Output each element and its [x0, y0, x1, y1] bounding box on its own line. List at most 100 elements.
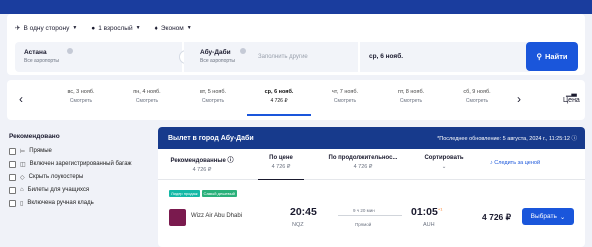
filter-label: Скрыть лоукостеры — [28, 174, 84, 180]
arrival-airport: AUH — [423, 222, 435, 228]
from-city: Астана — [24, 49, 47, 56]
passengers-label: 1 взрослый — [98, 24, 133, 32]
from-field[interactable]: Астана Все аэропорты + — [15, 42, 193, 72]
follow-price-label: Следить за ценой — [494, 160, 541, 166]
sort-tabs: Рекомендованные ⓘ 4 726 ₽ По цене 4 726 … — [158, 149, 585, 180]
flight-duration: 9 ч 20 мин — [353, 208, 375, 213]
date-label: вт, 5 нояб. — [199, 89, 227, 95]
sort-value: 4 726 ₽ — [353, 164, 373, 170]
date-field[interactable]: ср, 6 нояб. — [360, 42, 530, 72]
filter-label: Включен зарегистрированный багаж — [29, 161, 132, 167]
flight-stops: Прямой — [355, 222, 372, 227]
seat-icon: ♦ — [154, 24, 158, 32]
choose-button-label: Выбрать — [530, 213, 557, 220]
checkbox[interactable] — [9, 200, 16, 207]
sort-label: Рекомендованные ⓘ — [170, 158, 234, 164]
date-bar: ‹ вс, 3 нояб. Смотреть пн, 4 нояб. Смотр… — [7, 80, 585, 120]
filter-hand-luggage[interactable]: ▯ Включена ручная кладь — [9, 200, 149, 207]
search-button-label: Найти — [545, 52, 568, 61]
date-price: Смотреть — [465, 98, 489, 104]
date-option[interactable]: вт, 5 нояб. Смотреть — [181, 89, 245, 104]
arrival-time: 01:05+1 — [411, 206, 443, 218]
date-option[interactable]: вс, 3 нояб. Смотреть — [49, 89, 113, 104]
sort-label: По продолжительнос... — [328, 155, 398, 161]
to-airports: Все аэропорты — [200, 58, 235, 64]
badge-cheapest: Самый дешевый — [201, 190, 237, 197]
date-option[interactable]: чт, 7 нояб. Смотреть — [313, 89, 377, 104]
date-label: вс, 3 нояб. — [67, 89, 95, 95]
airline-name: Wizz Air Abu Dhabi — [191, 213, 243, 219]
filters-title: Рекомендовано — [9, 133, 60, 140]
trip-type-label: В одну сторону — [23, 24, 70, 32]
bar-chart-icon: ▁▃ — [566, 90, 577, 97]
filter-label: Билеты для учащихся — [27, 187, 90, 193]
day-offset: +1 — [437, 206, 443, 212]
cabin-class-select[interactable]: ♦ Эконом ▼ — [155, 24, 192, 32]
date-price: Смотреть — [69, 98, 93, 104]
luggage-icon: ◫ — [20, 162, 26, 168]
trip-type-select[interactable]: ✈ В одну сторону ▼ — [15, 24, 77, 33]
checkbox[interactable] — [9, 174, 16, 181]
sort-label: По цене — [269, 155, 293, 161]
checkbox[interactable] — [9, 187, 16, 194]
date-price: Смотреть — [333, 98, 357, 104]
sort-value: 4 726 ₽ — [192, 167, 212, 173]
date-label: пт, 8 нояб. — [397, 89, 425, 95]
date-option[interactable]: сб, 9 нояб. Смотреть — [445, 89, 509, 104]
follow-price-link[interactable]: ♪ Следить за ценой — [490, 160, 540, 166]
top-bar — [0, 0, 592, 14]
last-update: *Последнее обновление: 5 августа, 2024 г… — [437, 136, 577, 142]
sort-price[interactable]: По цене 4 726 ₽ — [258, 155, 304, 180]
date-value: ср, 6 нояб. — [369, 53, 404, 60]
sort-recommended[interactable]: Рекомендованные ⓘ 4 726 ₽ — [166, 155, 238, 173]
add-others-input[interactable]: Заполнить другие — [258, 54, 308, 60]
chevron-left-icon[interactable]: ‹ — [19, 92, 23, 106]
filter-students[interactable]: ⌂ Билеты для учащихся — [9, 187, 149, 194]
chevron-down-icon: ⌄ — [441, 164, 447, 170]
to-field[interactable]: Абу-Даби Все аэропорты Заполнить другие — [184, 42, 358, 72]
date-option-selected[interactable]: ср, 6 нояб. 4 726 ₽ — [247, 89, 311, 116]
departure-airport: NQZ — [292, 222, 304, 228]
date-label: пн, 4 нояб. — [133, 89, 161, 95]
chevron-down-icon: ▼ — [186, 25, 192, 31]
choose-button[interactable]: Выбрать ⌄ — [522, 208, 574, 225]
price-chart-label: Цена — [563, 97, 580, 104]
to-city: Абу-Даби — [200, 49, 231, 56]
date-option[interactable]: пн, 4 нояб. Смотреть — [115, 89, 179, 104]
search-fields: Астана Все аэропорты + Абу-Даби Все аэро… — [15, 42, 582, 72]
graduation-cap-icon: ⌂ — [20, 187, 24, 193]
checkbox[interactable] — [9, 148, 16, 155]
passengers-select[interactable]: ● 1 взрослый ▼ — [91, 24, 140, 32]
bag-icon: ▯ — [20, 201, 24, 207]
date-price: Смотреть — [399, 98, 423, 104]
filter-label: Прямые — [29, 148, 52, 154]
badge-bestseller: Лидер продаж — [169, 190, 200, 197]
search-button[interactable]: ⚲ Найти — [526, 42, 578, 71]
info-icon: ⓘ — [571, 136, 577, 142]
info-icon — [67, 48, 73, 54]
search-icon: ⚲ — [536, 52, 543, 61]
route-line — [338, 215, 402, 216]
cabin-class-label: Эконом — [160, 24, 184, 32]
chevron-down-icon: ▼ — [135, 25, 141, 31]
airline-logo — [169, 209, 186, 226]
date-price: Смотреть — [135, 98, 159, 104]
filter-direct[interactable]: ⊨ Прямые — [9, 148, 149, 155]
sort-label: Сортировать — [424, 155, 464, 161]
filter-hide-lowcost[interactable]: ◇ Скрыть лоукостеры — [9, 174, 149, 181]
person-icon: ● — [91, 24, 96, 32]
sort-value: 4 726 ₽ — [271, 164, 291, 170]
sort-duration[interactable]: По продолжительнос... 4 726 ₽ — [318, 155, 408, 170]
date-option[interactable]: пт, 8 нояб. Смотреть — [379, 89, 443, 104]
flight-price: 4 726 ₽ — [482, 212, 512, 222]
chevron-right-icon[interactable]: › — [517, 92, 521, 106]
checkbox[interactable] — [9, 161, 16, 168]
chevron-down-icon: ⌄ — [559, 213, 566, 221]
date-label: чт, 7 нояб. — [331, 89, 359, 95]
filter-label: Включена ручная кладь — [27, 200, 94, 206]
date-price: 4 726 ₽ — [270, 98, 288, 104]
sort-dropdown[interactable]: Сортировать ⌄ — [416, 155, 472, 170]
price-chart-button[interactable]: ▁▃ Цена — [563, 89, 580, 104]
flight-badges: Лидер продаж Самый дешевый — [169, 190, 237, 197]
filter-baggage[interactable]: ◫ Включен зарегистрированный багаж — [9, 161, 149, 168]
